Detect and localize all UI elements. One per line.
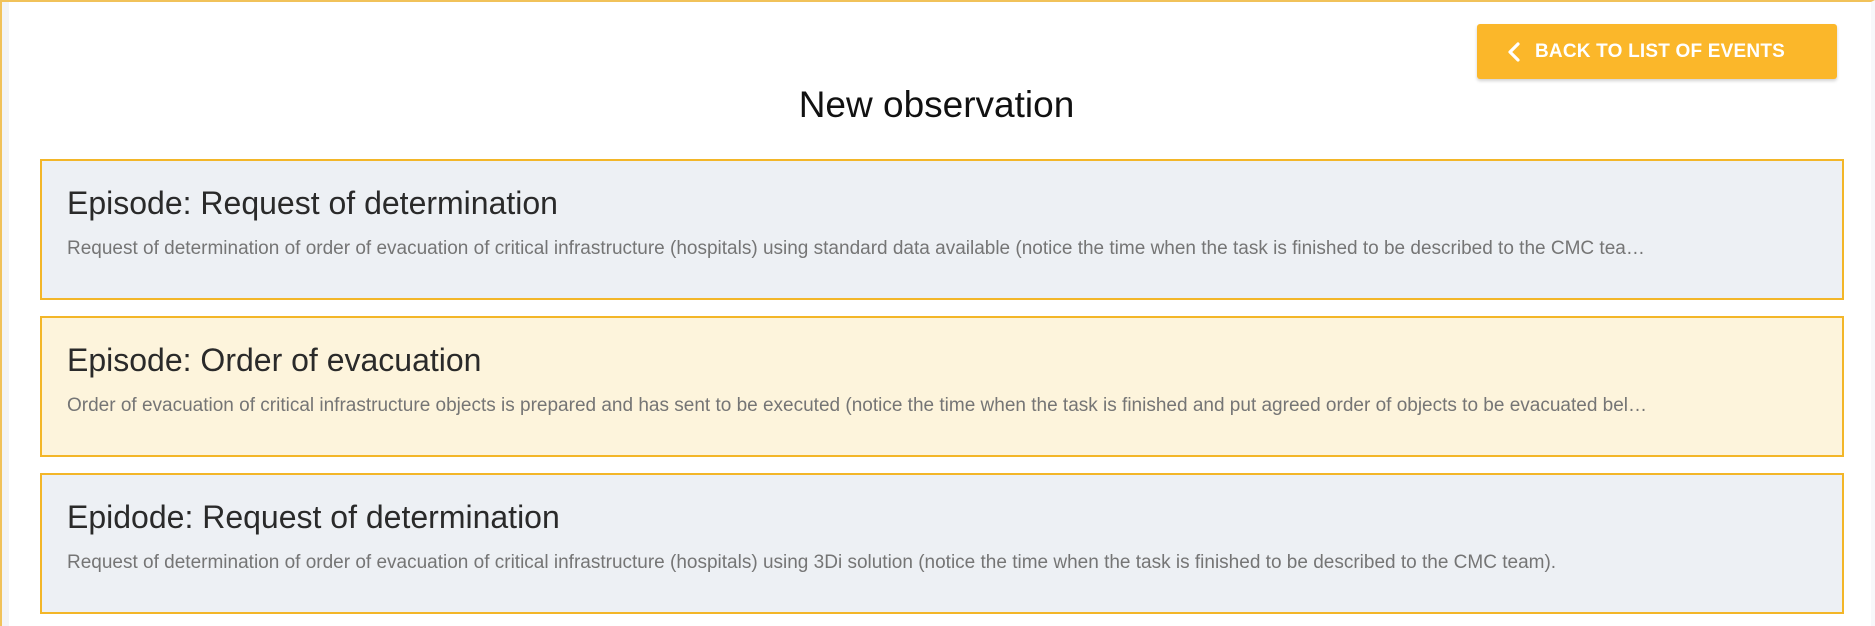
observation-page: BACK TO LIST OF EVENTS New observation E… — [0, 0, 1875, 626]
back-to-list-of-events-button[interactable]: BACK TO LIST OF EVENTS — [1477, 24, 1837, 79]
back-button-label: BACK TO LIST OF EVENTS — [1535, 40, 1786, 62]
chevron-left-icon — [1507, 41, 1521, 62]
episode-card[interactable]: Epidode: Request of determination Reques… — [40, 473, 1844, 614]
header: BACK TO LIST OF EVENTS New observation — [2, 2, 1871, 157]
page-title: New observation — [798, 84, 1075, 125]
episode-description: Request of determination of order of eva… — [67, 238, 1645, 259]
episode-title: Episode: Order of evacuation — [67, 342, 482, 378]
episode-card[interactable]: Episode: Request of determination Reques… — [40, 159, 1844, 300]
episode-title: Epidode: Request of determination — [67, 499, 560, 535]
episode-list: Episode: Request of determination Reques… — [40, 159, 1844, 626]
episode-card-highlighted[interactable]: Episode: Order of evacuation Order of ev… — [40, 316, 1844, 457]
episode-title: Episode: Request of determination — [67, 185, 558, 221]
episode-description: Order of evacuation of critical infrastr… — [67, 395, 1648, 416]
episode-description: Request of determination of order of eva… — [67, 552, 1557, 573]
